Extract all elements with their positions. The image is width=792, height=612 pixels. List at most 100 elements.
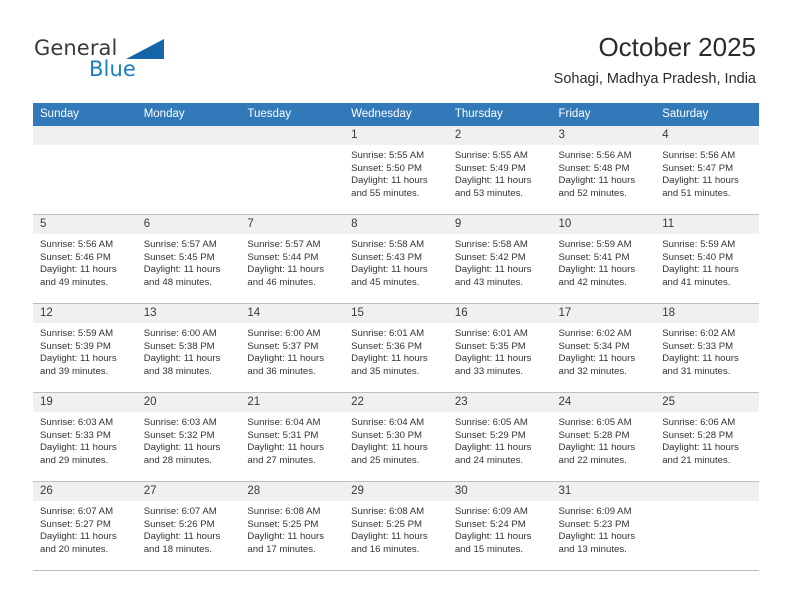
day-cell-content: 6 Sunrise: 5:57 AM Sunset: 5:45 PM Daylight… — [136, 215, 241, 303]
day-detail-line: Sunset: 5:28 PM — [662, 429, 734, 441]
day-detail-line: Sunset: 5:38 PM — [143, 340, 215, 352]
day-number-band: 2 — [447, 126, 552, 145]
day-detail-text — [240, 145, 344, 150]
day-detail-line: Sunrise: 5:59 AM — [558, 239, 632, 250]
calendar-day-cell[interactable]: 17 Sunrise: 6:02 AM Sunset: 5:34 PM Dayligh… — [551, 303, 656, 393]
calendar-day-cell[interactable]: 2 Sunrise: 5:55 AM Sunset: 5:49 PM Daylight… — [447, 126, 552, 215]
calendar-day-cell[interactable]: 6 Sunrise: 5:57 AM Sunset: 5:45 PM Daylight… — [136, 214, 241, 304]
calendar-day-cell[interactable]: 11 Sunrise: 5:59 AM Sunset: 5:40 PM Dayligh… — [655, 214, 759, 304]
day-detail-line: Daylight: 11 hours — [454, 264, 532, 276]
calendar-day-cell[interactable]: 14 Sunrise: 6:00 AM Sunset: 5:37 PM Dayligh… — [240, 303, 345, 393]
day-number: 9 — [454, 218, 462, 230]
calendar-day-cell[interactable]: 23 Sunrise: 6:05 AM Sunset: 5:29 PM Dayligh… — [447, 392, 552, 482]
day-number-band: 16 — [447, 304, 552, 323]
calendar-day-cell[interactable]: 27 Sunrise: 6:07 AM Sunset: 5:26 PM Dayligh… — [136, 481, 241, 571]
day-detail-line: Daylight: 11 hours — [40, 442, 117, 454]
day-number-band: 21 — [240, 393, 345, 412]
calendar-day-cell[interactable]: 15 Sunrise: 6:01 AM Sunset: 5:36 PM Dayligh… — [344, 303, 448, 393]
day-number-band: 11 — [655, 215, 759, 234]
day-detail-line: Sunrise: 5:55 AM — [454, 150, 528, 161]
day-detail-line: Sunset: 5:33 PM — [40, 429, 111, 441]
day-detail-line: Sunset: 5:25 PM — [247, 518, 319, 530]
day-detail-line: and 24 minutes. — [454, 454, 524, 466]
calendar-day-cell[interactable]: 25 Sunrise: 6:06 AM Sunset: 5:28 PM Dayligh… — [655, 392, 759, 482]
day-detail-line: and 45 minutes. — [351, 276, 420, 288]
day-detail-line: and 17 minutes. — [247, 543, 316, 555]
day-detail-line: Daylight: 11 hours — [351, 264, 428, 276]
day-detail-line: Daylight: 11 hours — [454, 531, 532, 543]
weekday-header-thursday: Thursday — [447, 103, 552, 126]
day-detail-line: Daylight: 11 hours — [143, 531, 221, 543]
day-number: 23 — [454, 396, 468, 408]
day-detail-line: and 15 minutes. — [454, 543, 524, 555]
day-detail-text: Sunrise: 6:07 AM Sunset: 5:26 PM Daylight:… — [137, 501, 241, 556]
day-detail-line: Sunrise: 6:05 AM — [558, 417, 632, 428]
day-number: 29 — [351, 485, 364, 497]
day-detail-line: and 13 minutes. — [558, 543, 627, 555]
day-detail-line: Sunrise: 6:03 AM — [40, 417, 114, 428]
day-detail-line: Sunset: 5:43 PM — [351, 251, 423, 263]
calendar-day-cell[interactable]: 8 Sunrise: 5:58 AM Sunset: 5:43 PM Daylight… — [344, 214, 448, 304]
calendar-day-cell[interactable]: 18 Sunrise: 6:02 AM Sunset: 5:33 PM Dayligh… — [655, 303, 759, 393]
calendar-day-cell[interactable]: 13 Sunrise: 6:00 AM Sunset: 5:38 PM Dayligh… — [136, 303, 241, 393]
day-number-band: 29 — [344, 482, 448, 501]
day-detail-text: Sunrise: 6:09 AM Sunset: 5:24 PM Daylight:… — [448, 501, 552, 556]
day-detail-line: Daylight: 11 hours — [40, 531, 117, 543]
day-number: 12 — [40, 307, 53, 319]
weekday-header-friday: Friday — [551, 103, 656, 126]
calendar-day-cell[interactable]: 10 Sunrise: 5:59 AM Sunset: 5:41 PM Dayligh… — [551, 214, 656, 304]
day-number: 5 — [40, 218, 47, 230]
day-number-band: 5 — [33, 215, 137, 234]
calendar-day-cell[interactable]: 30 Sunrise: 6:09 AM Sunset: 5:24 PM Dayligh… — [447, 481, 552, 571]
day-number-band: 18 — [655, 304, 759, 323]
calendar-day-cell[interactable]: 4 Sunrise: 5:56 AM Sunset: 5:47 PM Daylight… — [655, 126, 759, 215]
day-detail-line: Sunrise: 6:06 AM — [662, 417, 736, 428]
weekday-header-wednesday: Wednesday — [344, 103, 448, 126]
day-number-band: 9 — [447, 215, 552, 234]
day-number: 14 — [247, 307, 261, 319]
day-detail-line: and 35 minutes. — [351, 365, 420, 377]
day-detail-line: Sunset: 5:40 PM — [662, 251, 734, 263]
calendar-day-cell[interactable]: 1 Sunrise: 5:55 AM Sunset: 5:50 PM Daylight… — [344, 126, 448, 215]
calendar-day-cell[interactable]: 26 Sunrise: 6:07 AM Sunset: 5:27 PM Dayligh… — [33, 481, 137, 571]
day-detail-line: Sunrise: 5:56 AM — [662, 150, 736, 161]
day-cell-content: 9 Sunrise: 5:58 AM Sunset: 5:42 PM Daylight… — [447, 215, 552, 303]
triangle-flag-icon — [126, 39, 164, 59]
brand-name-blue: Blue — [89, 57, 136, 81]
day-number: 31 — [558, 485, 572, 497]
calendar-day-cell[interactable]: 21 Sunrise: 6:04 AM Sunset: 5:31 PM Dayligh… — [240, 392, 345, 482]
day-detail-line: and 21 minutes. — [662, 454, 731, 466]
day-detail-line: Daylight: 11 hours — [247, 531, 325, 543]
day-number-band: 14 — [240, 304, 345, 323]
calendar-day-cell[interactable]: 9 Sunrise: 5:58 AM Sunset: 5:42 PM Daylight… — [447, 214, 552, 304]
day-cell-content: 26 Sunrise: 6:07 AM Sunset: 5:27 PM Dayligh… — [33, 482, 137, 570]
calendar-day-cell[interactable]: 20 Sunrise: 6:03 AM Sunset: 5:32 PM Dayligh… — [136, 392, 241, 482]
page-title: October 2025 — [598, 32, 756, 62]
weekday-header-row: Sunday Monday Tuesday Wednesday Thursday… — [33, 103, 759, 126]
day-detail-line: Sunset: 5:31 PM — [247, 429, 319, 441]
day-number-band: 28 — [240, 482, 345, 501]
day-detail-line: Sunrise: 5:58 AM — [454, 239, 528, 250]
calendar-day-cell[interactable]: 31 Sunrise: 6:09 AM Sunset: 5:23 PM Dayligh… — [551, 481, 656, 571]
calendar-day-cell[interactable]: 24 Sunrise: 6:05 AM Sunset: 5:28 PM Dayligh… — [551, 392, 656, 482]
calendar-day-cell[interactable]: 7 Sunrise: 5:57 AM Sunset: 5:44 PM Daylight… — [240, 214, 345, 304]
day-detail-line: Daylight: 11 hours — [558, 264, 636, 276]
day-cell-content: 24 Sunrise: 6:05 AM Sunset: 5:28 PM Dayligh… — [551, 393, 656, 481]
day-cell-content — [240, 126, 345, 214]
day-number: 2 — [454, 129, 462, 141]
day-cell-content: 3 Sunrise: 5:56 AM Sunset: 5:48 PM Daylight… — [551, 126, 656, 214]
day-detail-text: Sunrise: 6:02 AM Sunset: 5:33 PM Daylight:… — [655, 323, 759, 378]
day-detail-line: Sunrise: 6:01 AM — [454, 328, 528, 339]
calendar-day-cell[interactable]: 16 Sunrise: 6:01 AM Sunset: 5:35 PM Dayligh… — [447, 303, 552, 393]
day-number: 21 — [247, 396, 261, 408]
calendar-day-cell[interactable]: 12 Sunrise: 5:59 AM Sunset: 5:39 PM Dayligh… — [33, 303, 137, 393]
calendar-day-cell[interactable]: 28 Sunrise: 6:08 AM Sunset: 5:25 PM Dayligh… — [240, 481, 345, 571]
calendar-day-cell[interactable]: 3 Sunrise: 5:56 AM Sunset: 5:48 PM Daylight… — [551, 126, 656, 215]
calendar-day-cell[interactable]: 29 Sunrise: 6:08 AM Sunset: 5:25 PM Dayligh… — [344, 481, 448, 571]
calendar-day-cell[interactable]: 5 Sunrise: 5:56 AM Sunset: 5:46 PM Daylight… — [33, 214, 137, 304]
calendar-day-cell[interactable]: 22 Sunrise: 6:04 AM Sunset: 5:30 PM Dayligh… — [344, 392, 448, 482]
calendar-day-cell[interactable]: 19 Sunrise: 6:03 AM Sunset: 5:33 PM Dayligh… — [33, 392, 137, 482]
general-blue-logo[interactable]: General Blue — [34, 36, 254, 84]
day-detail-text: Sunrise: 6:09 AM Sunset: 5:23 PM Daylight:… — [552, 501, 656, 556]
day-detail-line: and 28 minutes. — [143, 454, 212, 466]
